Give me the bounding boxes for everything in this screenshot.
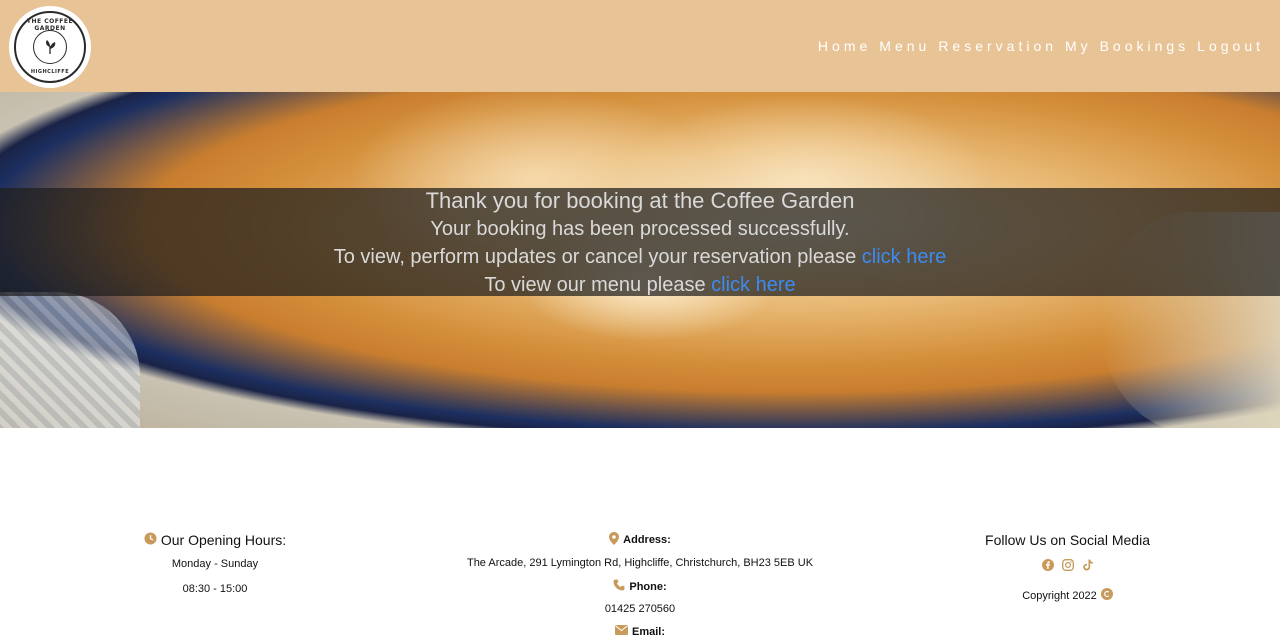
logo-ring: THE COFFEE GARDEN HIGHCLIFFE bbox=[14, 11, 86, 83]
view-menu-link[interactable]: click here bbox=[711, 274, 795, 296]
email-heading: Email: bbox=[614, 625, 665, 635]
manage-booking-line: To view, perform updates or cancel your … bbox=[0, 246, 1280, 269]
manage-booking-link[interactable]: click here bbox=[862, 246, 946, 268]
instagram-icon[interactable] bbox=[1061, 558, 1074, 576]
nav-home[interactable]: Home bbox=[818, 38, 871, 54]
social-title: Follow Us on Social Media bbox=[985, 532, 1150, 548]
phone-number[interactable]: 01425 270560 bbox=[430, 603, 850, 615]
nav-my-bookings[interactable]: My Bookings bbox=[1065, 38, 1189, 54]
manage-booking-text: To view, perform updates or cancel your … bbox=[333, 246, 862, 268]
hero-banner: Thank you for booking at the Coffee Gard… bbox=[0, 92, 1280, 428]
view-menu-line: To view our menu please click here bbox=[0, 274, 1280, 297]
logo-top-text: THE COFFEE GARDEN bbox=[26, 18, 74, 32]
opening-hours-title: Our Opening Hours: bbox=[144, 532, 286, 548]
clock-icon bbox=[144, 532, 157, 548]
facebook-icon[interactable] bbox=[1041, 558, 1054, 576]
opening-hours-label: Our Opening Hours: bbox=[160, 532, 287, 548]
contact-section: Address: The Arcade, 291 Lymington Rd, H… bbox=[430, 532, 850, 635]
phone-icon bbox=[613, 579, 625, 594]
copyright: Copyright 2022 bbox=[1022, 588, 1113, 603]
main-nav: Home Menu Reservation My Bookings Logout bbox=[810, 38, 1264, 54]
email-label: Email: bbox=[631, 625, 665, 635]
address-label: Address: bbox=[623, 534, 671, 546]
nav-menu[interactable]: Menu bbox=[879, 38, 930, 54]
nav-logout[interactable]: Logout bbox=[1197, 38, 1264, 54]
copyright-text: Copyright 2022 bbox=[1022, 589, 1097, 602]
social-icons bbox=[950, 558, 1185, 576]
address-heading: Address: bbox=[609, 532, 671, 548]
booking-success-text: Your booking has been processed successf… bbox=[430, 218, 850, 240]
nav-reservation[interactable]: Reservation bbox=[938, 38, 1057, 54]
phone-label: Phone: bbox=[629, 580, 667, 593]
copyright-icon bbox=[1100, 588, 1113, 603]
opening-hours-section: Our Opening Hours: Monday - Sunday 08:30… bbox=[110, 532, 320, 595]
address-text: The Arcade, 291 Lymington Rd, Highcliffe… bbox=[466, 557, 814, 569]
location-pin-icon bbox=[609, 532, 620, 548]
thank-you-heading: Thank you for booking at the Coffee Gard… bbox=[425, 188, 855, 213]
plate-image bbox=[0, 292, 140, 428]
logo-bottom-text: HIGHCLIFFE bbox=[30, 69, 70, 75]
tiktok-icon[interactable] bbox=[1082, 558, 1094, 576]
social-section: Follow Us on Social Media Copyright 2022 bbox=[950, 532, 1185, 604]
view-menu-text: To view our menu please bbox=[484, 274, 712, 296]
site-header: THE COFFEE GARDEN HIGHCLIFFE Home Menu R… bbox=[0, 0, 1280, 92]
site-logo[interactable]: THE COFFEE GARDEN HIGHCLIFFE bbox=[9, 6, 91, 88]
envelope-icon bbox=[614, 625, 628, 635]
phone-heading: Phone: bbox=[613, 579, 667, 594]
leaf-icon bbox=[33, 30, 67, 64]
opening-days: Monday - Sunday bbox=[171, 558, 259, 570]
opening-time: 08:30 - 15:00 bbox=[182, 583, 248, 595]
